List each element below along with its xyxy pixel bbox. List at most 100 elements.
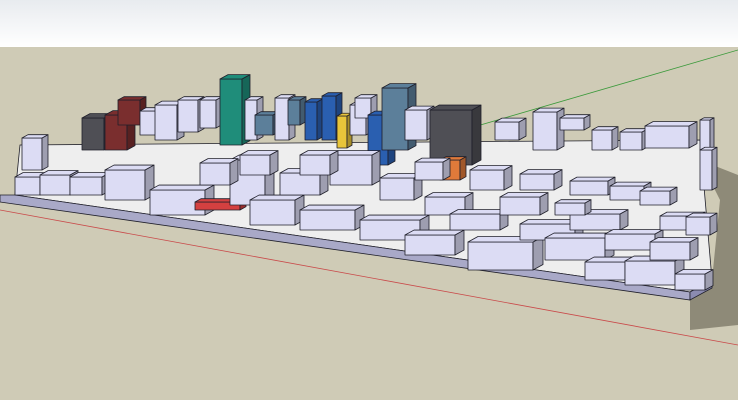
building-roof [604,229,664,235]
building-roof [469,165,513,171]
building-side-face [41,134,49,171]
building-front-face [609,185,645,201]
building-front-face [685,216,711,236]
building-13[interactable] [287,96,307,126]
building-front-face [699,119,711,151]
building-front-face [699,149,713,191]
building-66[interactable] [569,176,616,196]
building-front-face [381,87,409,151]
building-front-face [299,154,331,176]
building-27[interactable] [591,126,619,151]
building-roof [249,194,305,201]
building-front-face [649,241,691,261]
building-40[interactable] [299,204,365,231]
building-front-face [674,273,706,291]
building-front-face [467,241,534,271]
building-22[interactable] [429,104,482,166]
building-65[interactable] [519,169,563,191]
building-side-face [709,117,715,151]
building-front-face [639,190,671,206]
building-front-face [279,172,321,196]
building-front-face [199,162,231,186]
building-roof [449,209,509,215]
building-front-face [117,99,141,126]
building-48[interactable] [499,192,549,216]
building-55[interactable] [649,237,699,261]
building-roof [429,104,482,111]
building-roof [414,157,451,163]
building-front-face [304,101,318,141]
building-44[interactable] [404,229,465,256]
building-roof [609,181,652,187]
building-front-face [249,199,296,226]
building-69[interactable] [554,199,592,216]
building-8[interactable] [199,96,223,129]
building-front-face [619,131,643,151]
building-side-face [371,150,381,186]
building-front-face [274,97,290,141]
building-roof [569,176,616,182]
building-front-face [449,213,501,231]
building-64[interactable] [469,165,513,191]
building-front-face [336,115,348,149]
building-30[interactable] [699,117,715,151]
building-59[interactable] [699,146,718,191]
building-61[interactable] [239,150,279,176]
building-front-face [219,78,243,146]
building-front-face [239,154,271,176]
building-front-face [494,121,520,141]
building-front-face [299,209,356,231]
building-front-face [532,111,558,151]
building-front-face [499,196,541,216]
building-46[interactable] [449,209,509,231]
city-model-scene[interactable] [0,0,738,400]
building-front-face [559,117,585,131]
building-front-face [584,261,626,281]
building-front-face [154,104,178,141]
building-60[interactable] [199,158,239,186]
building-25[interactable] [532,107,565,151]
building-34[interactable] [104,164,155,201]
building-front-face [69,176,103,196]
building-62[interactable] [299,150,339,176]
building-side-face [459,156,467,181]
building-roof [149,184,215,191]
building-roof [554,199,592,204]
building-68[interactable] [639,186,678,206]
building-side-face [711,146,718,191]
building-front-face [414,161,444,181]
building-roof [544,232,615,239]
building-front-face [14,176,41,196]
building-33[interactable] [69,172,111,196]
building-24[interactable] [494,117,527,141]
building-57[interactable] [674,269,714,291]
building-roof [69,172,111,178]
building-front-face [569,180,609,196]
building-front-face [199,99,217,129]
building-front-face [321,95,337,141]
building-47[interactable] [467,236,544,271]
building-front-face [519,173,555,191]
building-38[interactable] [249,194,305,226]
building-roof [519,169,563,175]
building-side-face [471,104,482,166]
building-side-face [611,126,619,151]
building-front-face [644,125,690,149]
building-14[interactable] [304,98,324,141]
building-front-face [177,99,199,133]
building-front-face [469,169,505,191]
building-roof [299,204,365,211]
building-front-face [104,169,146,201]
building-29[interactable] [644,121,698,149]
building-28[interactable] [619,128,649,151]
building-front-face [569,213,621,231]
building-58[interactable] [685,212,718,236]
building-26[interactable] [559,114,591,131]
3d-viewport[interactable] [0,0,738,400]
building-1[interactable] [21,134,49,171]
building-63[interactable] [414,157,451,181]
building-roof [639,186,678,192]
building-front-face [604,233,656,251]
building-50[interactable] [544,232,615,261]
building-roof [424,192,474,198]
